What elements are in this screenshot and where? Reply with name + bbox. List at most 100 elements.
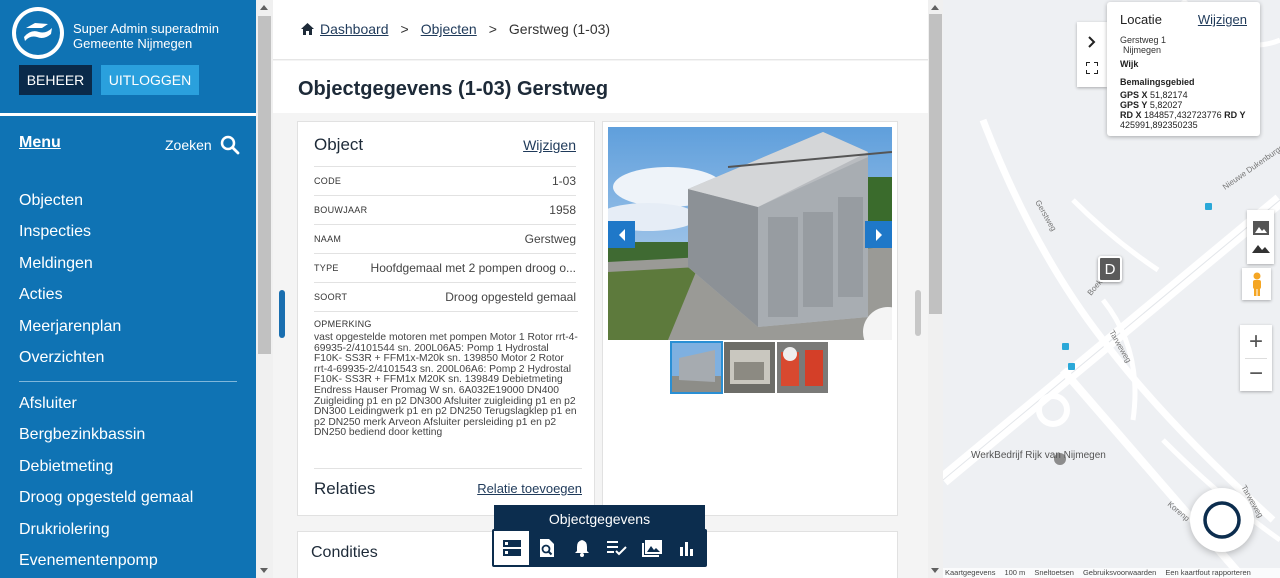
marker-letter: D (1104, 260, 1116, 278)
scroll-up-arrow[interactable] (260, 5, 268, 10)
property-key: BOUWJAAR (314, 205, 368, 215)
meldingen-button[interactable] (564, 531, 599, 565)
sidebar-item-drukriolering[interactable]: Drukriolering (19, 519, 193, 550)
photo-thumbnail[interactable] (670, 341, 723, 394)
user-name: Super Admin superadmin (73, 21, 219, 36)
municipality-logo[interactable] (12, 7, 64, 59)
scrollbar-thumb[interactable] (929, 14, 942, 314)
breadcrumb-dashboard[interactable]: Dashboard (320, 21, 389, 37)
add-relation-link[interactable]: Relatie toevoegen (477, 481, 582, 496)
street-view-pegman[interactable] (1242, 268, 1271, 300)
logout-button[interactable]: UITLOGGEN (101, 65, 199, 95)
chat-widget-button[interactable] (1190, 488, 1254, 552)
breadcrumb-objecten[interactable]: Objecten (421, 21, 477, 37)
user-info: Super Admin superadmin Gemeente Nijmegen (73, 21, 219, 51)
gps-y-value: 5,82027 (1149, 100, 1183, 110)
map-footer-item[interactable]: Sneltoetsen (1034, 568, 1074, 578)
content-scroll-indicator-right[interactable] (915, 290, 921, 336)
object-edit-link[interactable]: Wijzigen (523, 137, 576, 153)
property-key: TYPE (314, 263, 339, 273)
sidebar-item-droog-opgesteld-gemaal[interactable]: Droog opgesteld gemaal (19, 487, 193, 518)
photo-card (602, 121, 898, 516)
object-properties: CODE 1-03 BOUWJAAR 1958 NAAM Gerstweg TYPE Hoof… (314, 166, 576, 311)
sidebar-item-overzichten[interactable]: Overzichten (19, 347, 121, 378)
object-photo[interactable] (608, 127, 892, 340)
photo-prev-button[interactable] (608, 221, 635, 248)
objectgegevens-button[interactable] (494, 531, 529, 565)
overzichten-button[interactable] (669, 531, 704, 565)
location-header: Locatie Wijzigen (1120, 12, 1247, 27)
photo-next-button[interactable] (865, 221, 892, 248)
object-marker[interactable]: D (1098, 256, 1122, 282)
rd-x-value: 184857,432723776 (1144, 110, 1222, 120)
map-side-panel (1077, 22, 1107, 87)
sidebar-item-meerjarenplan[interactable]: Meerjarenplan (19, 316, 121, 347)
content-scroll-indicator[interactable] (279, 290, 285, 338)
location-title: Locatie (1120, 12, 1162, 27)
menu-divider (19, 381, 237, 382)
photo-thumbnail[interactable] (724, 342, 775, 393)
scroll-down-arrow[interactable] (260, 568, 268, 573)
chevron-left-icon (618, 228, 625, 241)
sidebar: Super Admin superadmin Gemeente Nijmegen… (0, 0, 256, 578)
sidebar-item-evenementenpomp[interactable]: Evenementenpomp (19, 550, 193, 578)
condities-title: Condities (311, 544, 378, 561)
property-key: SOORT (314, 292, 348, 302)
scroll-down-arrow[interactable] (931, 568, 939, 573)
breadcrumb-bar: Dashboard > Objecten > Gerstweg (1-03) (273, 0, 928, 60)
map-footer-item[interactable]: 100 m (1004, 568, 1025, 578)
location-address: Gerstweg 1 Nijmegen (1120, 35, 1247, 55)
menu-object-types: Afsluiter Bergbezinkbassin Debietmeting Dro… (19, 393, 193, 578)
sidebar-item-objecten[interactable]: Objecten (19, 190, 121, 221)
sidebar-item-acties[interactable]: Acties (19, 284, 121, 315)
chat-ring-icon (1203, 501, 1241, 539)
sidebar-item-debietmeting[interactable]: Debietmeting (19, 456, 193, 487)
sidebar-item-afsluiter[interactable]: Afsluiter (19, 393, 193, 424)
sidebar-item-inspecties[interactable]: Inspecties (19, 221, 121, 252)
photo-thumbnail[interactable] (777, 342, 828, 393)
search-button[interactable]: Zoeken (165, 135, 240, 155)
sidebar-item-bergbezinkbassin[interactable]: Bergbezinkbassin (19, 424, 193, 455)
map-footer-item[interactable]: Gebruiksvoorwaarden (1083, 568, 1156, 578)
sidebar-item-meldingen[interactable]: Meldingen (19, 253, 121, 284)
satellite-icon[interactable] (1252, 221, 1269, 235)
property-value: 1958 (549, 203, 576, 217)
location-edit-link[interactable]: Wijzigen (1198, 12, 1247, 27)
property-row: SOORT Droog opgesteld gemaal (314, 282, 576, 311)
rd-y-value: 425991,892350235 (1120, 120, 1198, 130)
fullscreen-icon[interactable] (1086, 61, 1098, 74)
address-city: Nijmegen (1123, 45, 1162, 55)
inspecties-button[interactable] (529, 531, 564, 565)
map-footer-item[interactable]: Kaartgegevens (945, 568, 995, 578)
sidebar-scrollbar[interactable] (256, 0, 273, 578)
map-footer-item[interactable]: Een kaartfout rapporteren (1165, 568, 1250, 578)
scrollbar-thumb[interactable] (258, 16, 271, 354)
zoom-in-button[interactable]: + (1249, 326, 1263, 358)
property-key: CODE (314, 176, 342, 186)
terrain-icon[interactable] (1251, 243, 1270, 253)
chevron-right-icon[interactable] (1087, 35, 1097, 48)
scroll-up-arrow[interactable] (931, 5, 939, 10)
toolbar-tooltip: Objectgegevens (494, 505, 705, 532)
fotos-button[interactable] (634, 531, 669, 565)
main-scrollbar[interactable] (928, 0, 943, 578)
zoom-control: + − (1240, 325, 1272, 391)
bemalingsgebied-label: Bemalingsgebied (1120, 77, 1195, 87)
object-card-title: Object (314, 135, 364, 154)
acties-button[interactable] (599, 531, 634, 565)
gps-y: GPS Y 5,82027 (1120, 100, 1247, 110)
property-row: CODE 1-03 (314, 166, 576, 195)
sidebar-header: Super Admin superadmin Gemeente Nijmegen… (0, 0, 256, 114)
map-type-satellite[interactable] (1247, 210, 1274, 264)
organization: Gemeente Nijmegen (73, 36, 193, 51)
inspecties-icon (539, 539, 554, 557)
menu-heading[interactable]: Menu (19, 134, 61, 152)
zoom-out-button[interactable]: − (1249, 359, 1263, 391)
map-footer: Kaartgegevens 100 m Sneltoetsen Gebruiksvoo… (943, 568, 1280, 578)
beheer-button[interactable]: BEHEER (19, 65, 92, 95)
opmerking-section: OPMERKING vast opgestelde motoren met po… (314, 311, 578, 439)
rd-y-label: RD Y (1224, 110, 1246, 120)
search-label: Zoeken (165, 137, 212, 153)
home-icon (301, 23, 314, 35)
property-key: NAAM (314, 234, 342, 244)
